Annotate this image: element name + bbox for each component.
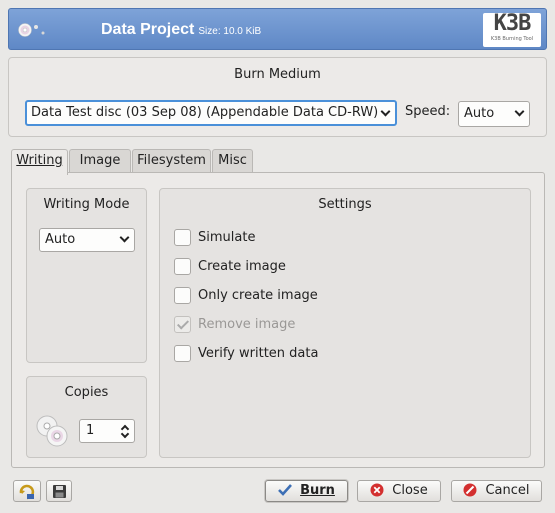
tab-label: Filesystem [137, 153, 206, 168]
tab-label: Image [79, 153, 121, 168]
remove-image-checkbox [174, 316, 191, 333]
create-image-checkbox[interactable] [174, 258, 191, 275]
cancel-button[interactable]: Cancel [451, 480, 542, 502]
writing-tab-panel: Writing Mode Auto Copies 1 Settings Simu… [11, 172, 545, 468]
speed-select-value: Auto [464, 106, 495, 121]
tab-filesystem[interactable]: Filesystem [132, 149, 211, 173]
medium-select[interactable]: Data Test disc (03 Sep 08) (Appendable D… [25, 100, 397, 126]
writing-mode-select[interactable]: Auto [39, 228, 135, 252]
copies-spinbox[interactable]: 1 [79, 419, 135, 443]
copies-value: 1 [86, 423, 95, 438]
k3b-logo-subtext: K3B Burning Tool [490, 36, 534, 42]
load-settings-icon [19, 484, 35, 500]
settings-group: Settings Simulate Create image Only crea… [159, 188, 531, 458]
project-banner: Data Project Size: 10.0 KiB K3B K3B Burni… [8, 8, 547, 50]
tab-image[interactable]: Image [69, 149, 131, 173]
k3b-logo: K3B K3B Burning Tool [483, 13, 541, 47]
writing-mode-value: Auto [45, 232, 76, 247]
tab-label: Misc [218, 153, 247, 168]
remove-image-label: Remove image [198, 317, 296, 332]
close-icon [370, 483, 384, 496]
verify-data-label: Verify written data [198, 346, 319, 361]
load-settings-button[interactable] [13, 480, 41, 502]
only-create-image-label: Only create image [198, 288, 318, 303]
burn-medium-title: Burn Medium [234, 67, 321, 82]
close-button[interactable]: Close [357, 480, 441, 502]
decrement-icon[interactable] [120, 429, 130, 439]
writing-mode-title: Writing Mode [43, 197, 130, 212]
project-size: Size: 10.0 KiB [198, 26, 262, 37]
chevron-down-icon [119, 232, 130, 243]
tab-label: Writing [16, 153, 63, 168]
project-title-text: Data Project [101, 21, 195, 38]
chevron-down-icon [514, 106, 525, 117]
project-title: Data Project Size: 10.0 KiB [101, 21, 261, 39]
simulate-label: Simulate [198, 230, 256, 245]
chevron-down-icon [380, 106, 391, 117]
tab-writing[interactable]: Writing [11, 149, 68, 175]
cd-logo-icon [18, 23, 45, 37]
k3b-logo-text: K3B [493, 11, 532, 36]
simulate-checkbox[interactable] [174, 229, 191, 246]
speed-select[interactable]: Auto [458, 101, 530, 127]
cancel-icon [463, 483, 477, 496]
cancel-label: Cancel [485, 483, 530, 498]
writing-mode-group: Writing Mode Auto [26, 188, 147, 363]
copies-group: Copies 1 [26, 376, 147, 458]
burn-button[interactable]: Burn [265, 480, 348, 502]
burn-label: Burn [300, 483, 335, 498]
settings-title: Settings [318, 197, 372, 212]
speed-label: Speed: [405, 104, 451, 119]
only-create-image-checkbox[interactable] [174, 287, 191, 304]
save-icon [53, 485, 66, 498]
medium-select-value: Data Test disc (03 Sep 08) (Appendable D… [31, 105, 379, 120]
verify-data-checkbox[interactable] [174, 345, 191, 362]
copies-discs-icon [36, 415, 68, 447]
tab-misc[interactable]: Misc [212, 149, 253, 173]
save-settings-button[interactable] [46, 480, 72, 502]
copies-title: Copies [64, 385, 109, 400]
create-image-label: Create image [198, 259, 286, 274]
checkmark-icon [278, 483, 293, 496]
close-label: Close [392, 483, 428, 498]
